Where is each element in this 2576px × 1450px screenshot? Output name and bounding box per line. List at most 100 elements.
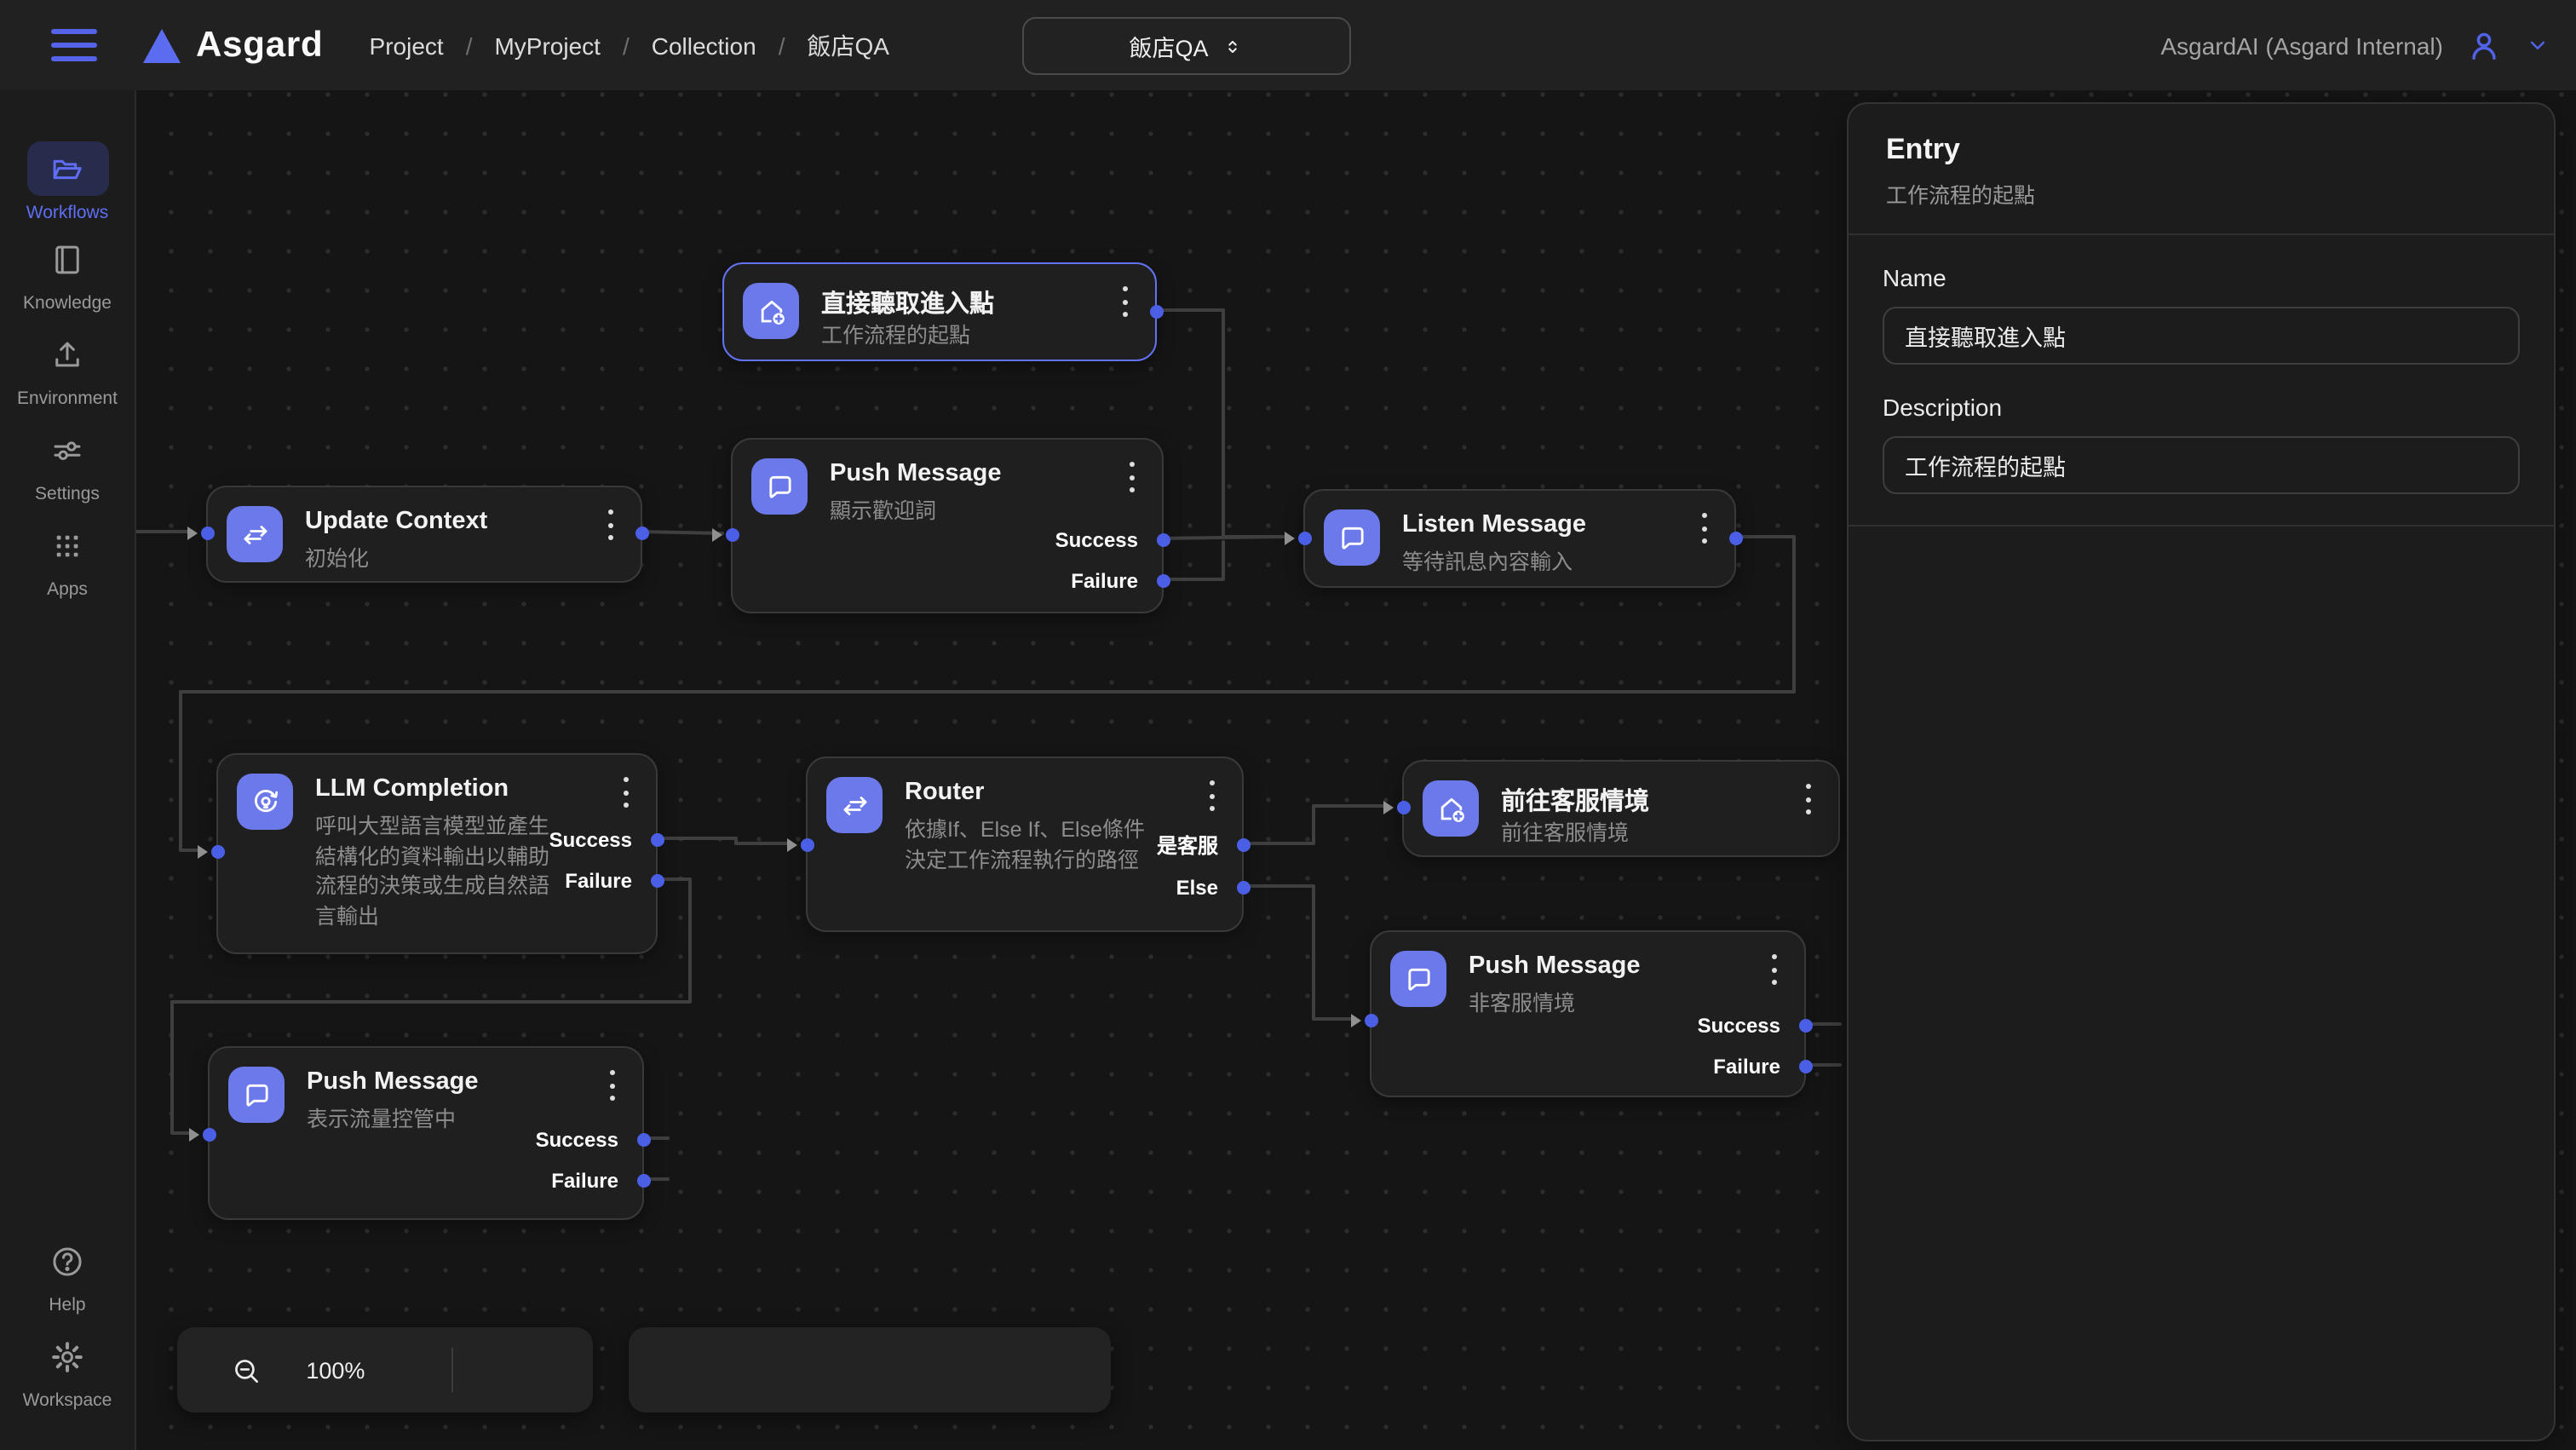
breadcrumb-separator: / (779, 32, 785, 59)
description-field[interactable] (1883, 436, 2520, 494)
output-port[interactable] (1236, 881, 1250, 895)
workflow-selector-value: 飯店QA (1129, 29, 1208, 63)
input-port[interactable] (800, 838, 814, 852)
output-port[interactable] (1798, 1060, 1812, 1073)
kebab-menu-icon[interactable] (1199, 779, 1223, 813)
chat-bubble-icon (1390, 951, 1446, 1007)
zoom-out-icon[interactable] (231, 1354, 263, 1386)
sidebar-item-label: Workspace (0, 1390, 135, 1410)
output-port[interactable] (635, 526, 648, 540)
kebab-menu-icon[interactable] (1762, 952, 1785, 987)
sidebar-item-workflows[interactable]: Workflows (0, 141, 135, 223)
output-port[interactable] (1156, 533, 1170, 547)
node-subtitle: 依據If、Else If、Else條件決定工作流程執行的路徑 (905, 816, 1147, 876)
gear-icon (49, 1336, 85, 1377)
node-router[interactable]: Router依據If、Else If、Else條件決定工作流程執行的路徑是客服E… (806, 757, 1244, 932)
kebab-menu-icon[interactable] (1113, 285, 1136, 319)
kebab-menu-icon[interactable] (1796, 782, 1820, 816)
sidebar-item-label: Help (0, 1294, 135, 1315)
node-title: 直接聽取進入點 (821, 285, 994, 320)
input-port[interactable] (1297, 532, 1311, 545)
node-push2[interactable]: Push Message非客服情境SuccessFailure (1370, 930, 1806, 1097)
sidebar-item-label: Environment (0, 388, 135, 408)
output-port[interactable] (650, 833, 664, 847)
node-llm[interactable]: LLM Completion 呼叫大型語言模型並產生結構化的資料輸出以輔助流程的決… (216, 753, 658, 954)
chat-bubble-icon (1324, 509, 1380, 566)
breadcrumb-item-1[interactable]: MyProject (494, 32, 600, 59)
chat-bubble-icon (228, 1067, 285, 1123)
sidebar-item-help[interactable]: Help (0, 1240, 135, 1315)
kebab-menu-icon[interactable] (613, 775, 637, 809)
kebab-menu-icon[interactable] (600, 1068, 624, 1102)
panel-body: Name Description (1849, 235, 2554, 526)
output-label: Success (1055, 528, 1138, 552)
node-push1[interactable]: Push Message 顯示歡迎詞 Success Failure (731, 438, 1164, 613)
inspector-panel: Entry 工作流程的起點 Name Description (1847, 102, 2556, 1441)
node-subtitle: 呼叫大型語言模型並產生結構化的資料輸出以輔助流程的決策或生成自然語言輸出 (315, 813, 557, 932)
node-title: Push Message (307, 1068, 479, 1096)
workflow-selector[interactable]: 飯店QA (1022, 17, 1351, 75)
output-port[interactable] (1236, 838, 1250, 852)
breadcrumb-separator: / (466, 32, 473, 59)
output-port[interactable] (650, 874, 664, 888)
node-title: Push Message (1469, 952, 1641, 980)
kebab-menu-icon[interactable] (1119, 460, 1143, 494)
breadcrumb-item-0[interactable]: Project (370, 32, 444, 59)
sidebar-item-apps[interactable]: Apps (0, 525, 135, 599)
node-title: 前往客服情境 (1501, 782, 1649, 818)
home-plus-icon (1423, 780, 1479, 837)
kebab-menu-icon[interactable] (598, 508, 622, 542)
sidebar-item-workspace[interactable]: Workspace (0, 1336, 135, 1410)
output-port[interactable] (1728, 532, 1742, 545)
node-listen[interactable]: Listen Message等待訊息內容輸入 (1303, 489, 1736, 588)
sidebar-item-knowledge[interactable]: Knowledge (0, 239, 135, 313)
sidebar-item-label: Settings (0, 483, 135, 503)
node-title: Push Message (830, 460, 1002, 487)
output-label: Success (1698, 1014, 1780, 1038)
input-port[interactable] (1396, 801, 1410, 814)
app-root: 直接聽取進入點工作流程的起點 Update Context初始化 Push Mess… (0, 0, 2576, 1450)
input-port[interactable] (210, 845, 224, 859)
output-port[interactable] (636, 1133, 650, 1147)
output-port[interactable] (1798, 1019, 1812, 1033)
kebab-menu-icon[interactable] (1692, 511, 1716, 545)
input-port[interactable] (200, 526, 214, 540)
output-label: Success (536, 1128, 618, 1152)
node-update_context[interactable]: Update Context初始化 (206, 486, 642, 583)
node-entry[interactable]: 直接聽取進入點工作流程的起點 (722, 262, 1157, 361)
output-label: Failure (1713, 1055, 1780, 1079)
breadcrumb: Project/MyProject/Collection/飯店QA (370, 28, 889, 62)
node-goto_cs[interactable]: 前往客服情境前往客服情境 (1402, 760, 1840, 857)
output-port[interactable] (636, 1174, 650, 1188)
brand-title: Asgard (196, 25, 324, 66)
account-area: AsgardAI (Asgard Internal) (2161, 0, 2551, 90)
sidebar-item-label: Knowledge (0, 292, 135, 313)
node-subtitle: 顯示歡迎詞 (830, 498, 936, 527)
zoom-toolbar: 100% (177, 1327, 593, 1413)
chat-bubble-icon (751, 458, 808, 515)
menu-icon[interactable] (51, 28, 97, 62)
sidebar-item-settings[interactable]: Settings (0, 429, 135, 503)
home-plus-icon (743, 283, 799, 339)
breadcrumb-item-2[interactable]: Collection (652, 32, 756, 59)
input-port[interactable] (202, 1128, 216, 1142)
sidebar-item-label: Workflows (0, 203, 135, 223)
output-label: Failure (565, 869, 632, 893)
user-icon[interactable] (2465, 26, 2503, 64)
upload-icon (49, 334, 85, 375)
name-field[interactable] (1883, 307, 2520, 365)
swap-arrows-icon (227, 506, 283, 562)
node-push3[interactable]: Push Message表示流量控管中SuccessFailure (208, 1046, 644, 1220)
output-port[interactable] (1156, 574, 1170, 588)
input-port[interactable] (725, 528, 739, 542)
node-title: LLM Completion (315, 775, 509, 803)
output-port[interactable] (1149, 305, 1163, 319)
sidebar-item-environment[interactable]: Environment (0, 334, 135, 408)
output-label: Failure (1071, 569, 1138, 593)
toolbar-divider (451, 1348, 453, 1392)
input-port[interactable] (1364, 1014, 1377, 1027)
node-title: Update Context (305, 508, 487, 535)
chevron-down-icon[interactable] (2525, 32, 2550, 58)
grid-icon (49, 525, 85, 566)
breadcrumb-item-3[interactable]: 飯店QA (807, 28, 888, 62)
